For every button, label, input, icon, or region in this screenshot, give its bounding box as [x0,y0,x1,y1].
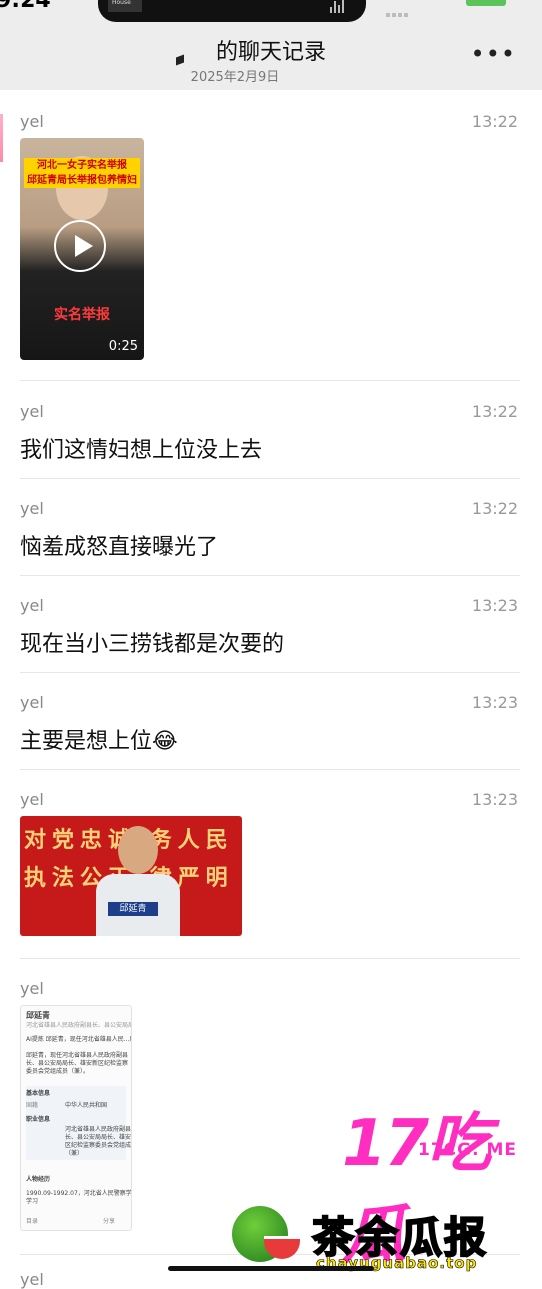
doc-summary: 邱延青，现任河北省雄县人民政府副县 [26,1052,129,1059]
message-text[interactable]: 现在当小三捞钱都是次要的 [20,626,284,658]
doc-subtitle: 河北省雄县人民政府副县长、县公安局局长 [26,1022,132,1029]
message-sender: yel [20,693,44,712]
doc-field-label: 国籍 [26,1102,39,1109]
divider [20,478,520,479]
battery-icon [466,0,506,6]
doc-field-value: 河北省雄县人民政府副县 [65,1126,132,1133]
more-dots-icon[interactable]: ••• [471,40,516,68]
document-screenshot[interactable]: 邱延青 河北省雄县人民政府副县长、县公安局局长 AI提炼 邱延青，现任河北省雄县… [20,1005,132,1231]
message-item: yel 13:22 我们这情妇想上位没上去 [20,402,520,464]
message-item: yel 13:23 主要是想上位😂 [20,693,520,755]
doc-section-title: 人物经历 [26,1176,51,1183]
image-thumbnail[interactable]: 对党忠诚 务人民 执法公正 律严明 邱延青 [20,816,242,936]
video-banner-line: 邱延青局长举报包养情妇 [27,175,137,186]
message-text-body: 主要是想上位 [20,729,153,754]
message-time: 13:22 [471,112,518,131]
doc-footer-right: 分享 [103,1218,116,1225]
status-time: 9:24 [0,0,51,13]
doc-history-line: 1990.09-1992.07，河北省人民警察学校 [26,1190,132,1197]
signal-icon [386,0,410,17]
video-caption: 实名举报 [54,307,110,323]
message-time: 13:23 [471,596,518,615]
message-sender: yel [20,112,44,131]
doc-field-value: 长、县公安局局长、雄安新 [65,1134,132,1141]
message-sender: yel [20,979,44,998]
doc-title: 邱延青 [26,1011,50,1020]
doc-section-title: 基本信息 [26,1090,51,1097]
message-time: 13:23 [471,693,518,712]
message-item: yel 13:22 恼羞成怒直接曝光了 [20,499,520,561]
watermark-url: 17CG. ME [418,1140,517,1160]
divider [20,958,520,959]
avatar-edge [0,114,3,162]
video-banner-line: 河北一女子实名举报 [37,160,127,171]
doc-history-line: 学习 [26,1198,39,1205]
message-time: 13:23 [471,790,518,809]
doc-summary: 长、县公安局局长、雄安新区纪检监察 [26,1060,129,1067]
divider [20,769,520,770]
status-bar: 9:24 Deep House [0,0,542,26]
officer-photo [90,824,186,936]
message-sender: yel [20,596,44,615]
chat-header: 的聊天记录 2025年2月9日 ••• [0,26,542,90]
audio-wave-icon [330,0,352,13]
album-art-icon: Deep House [108,0,142,12]
doc-field-value: 中华人民共和国 [65,1102,108,1109]
image-nameplate: 邱延青 [108,902,158,916]
video-thumbnail[interactable]: 河北一女子实名举报 邱延青局长举报包养情妇 实名举报 0:25 [20,138,144,360]
message-sender: yel [20,790,44,809]
doc-field-value: （兼） [65,1150,84,1157]
message-sender: yel [20,402,44,421]
home-indicator[interactable] [168,1266,374,1271]
divider [20,380,520,381]
dynamic-island: Deep House [98,0,366,22]
message-item: yel 13:23 对党忠诚 务人民 执法公正 律严明 邱延青 [20,790,520,940]
message-time: 13:22 [471,402,518,421]
message-text[interactable]: 恼羞成怒直接曝光了 [20,529,218,561]
chat-date: 2025年2月9日 [190,70,280,85]
message-text[interactable]: 主要是想上位😂 [20,723,178,755]
play-icon[interactable] [54,220,106,272]
doc-field-value: 区纪检监察委员会党组成员 [65,1142,132,1149]
page-title: 的聊天记录 [215,40,326,65]
message-item: yel 13:22 河北一女子实名举报 邱延青局长举报包养情妇 实名举报 0:2… [20,112,520,362]
doc-footer-left: 目录 [26,1218,39,1225]
message-item: yel 13:23 现在当小三捞钱都是次要的 [20,596,520,658]
doc-ai-line: AI提炼 邱延青，现任河北省雄县人民...展开 [26,1036,132,1043]
doc-section-title: 职业信息 [26,1116,51,1123]
message-sender: yel [20,499,44,518]
message-time: 13:22 [471,499,518,518]
laughing-emoji-icon: 😂 [152,729,178,754]
video-banner: 河北一女子实名举报 邱延青局长举报包养情妇 [24,158,140,188]
video-duration: 0:25 [108,339,138,354]
divider [20,575,520,576]
doc-summary: 委员会党组成员（兼）。 [26,1068,90,1075]
divider [20,672,520,673]
message-text[interactable]: 我们这情妇想上位没上去 [20,432,262,464]
